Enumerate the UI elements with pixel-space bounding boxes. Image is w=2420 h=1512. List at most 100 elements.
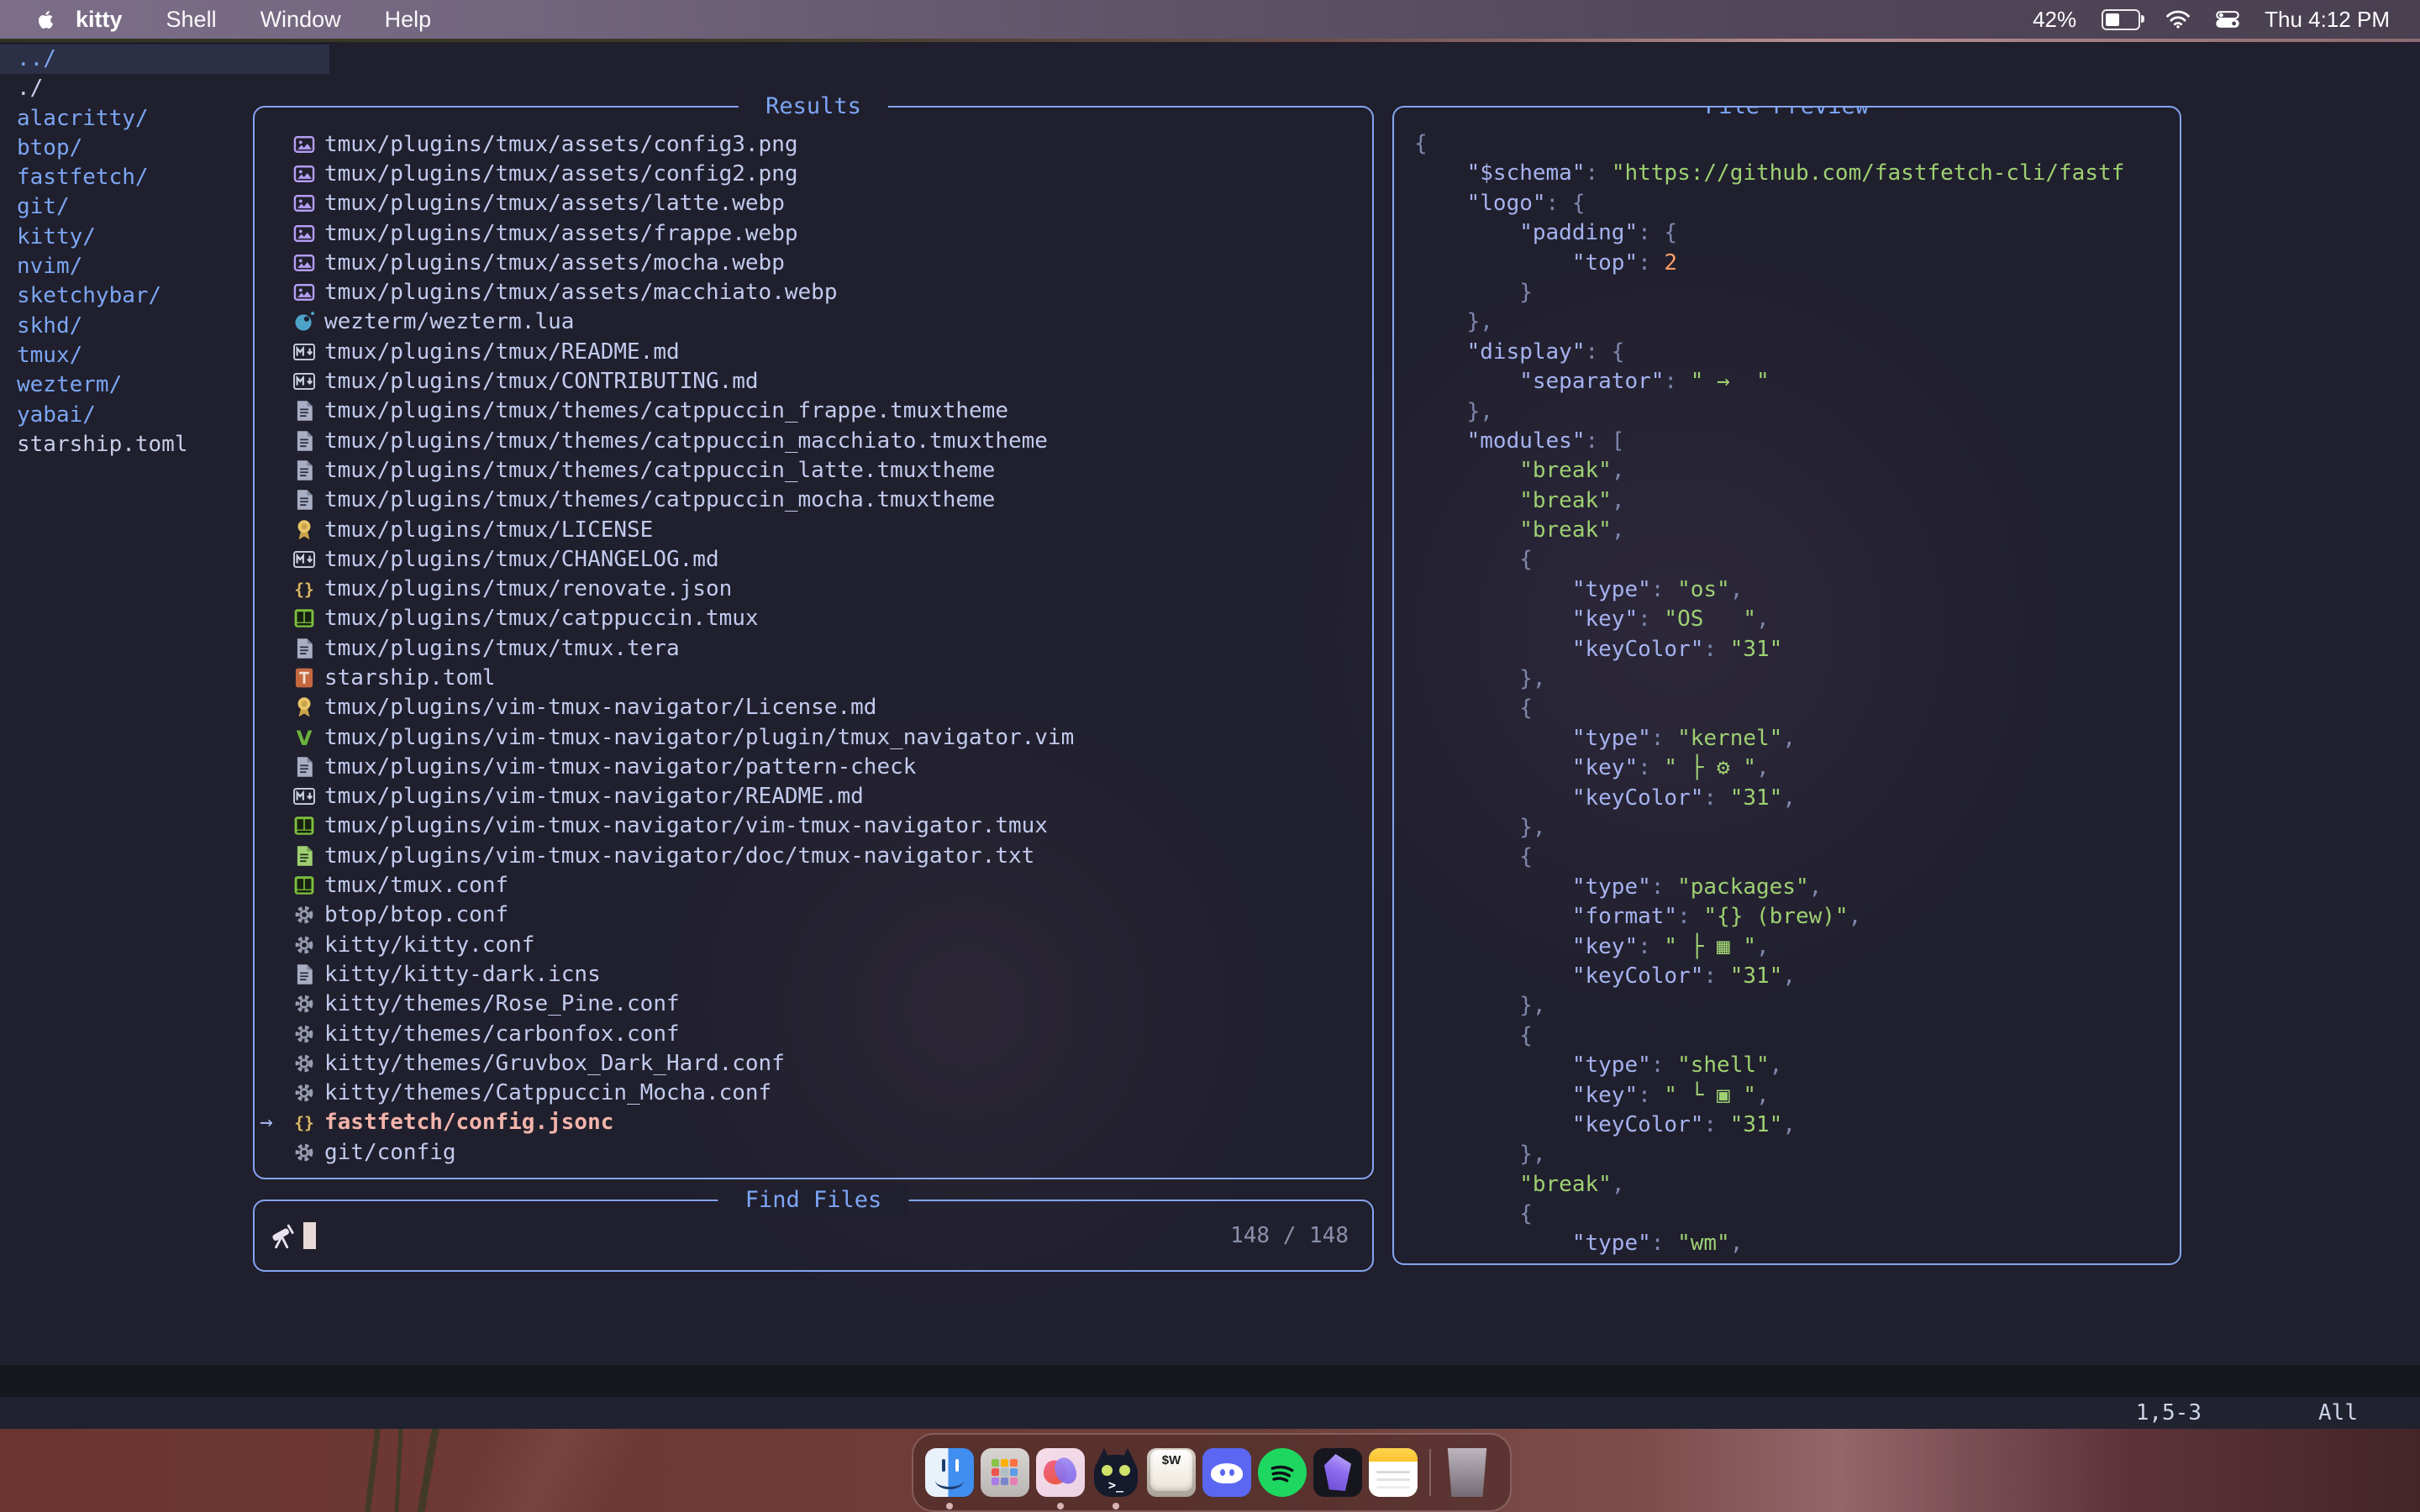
result-row[interactable]: {}tmux/plugins/tmux/renovate.json	[255, 574, 1369, 603]
result-row[interactable]: tmux/plugins/tmux/assets/latte.webp	[255, 189, 1369, 218]
result-row[interactable]: kitty/kitty-dark.icns	[255, 959, 1369, 989]
result-file-name: starship.toml	[324, 665, 496, 690]
code-line: "keyColor": "31",	[1414, 784, 2175, 813]
result-row[interactable]: git/config	[255, 1137, 1369, 1167]
sidebar-item-label: git/	[17, 194, 70, 219]
menu-item-help[interactable]: Help	[385, 7, 432, 33]
keycap-dock-icon[interactable]: $W	[1147, 1448, 1196, 1497]
result-row[interactable]: Vtmux/plugins/vim-tmux-navigator/plugin/…	[255, 722, 1369, 752]
kitty-terminal-window: .././alacritty/btop/fastfetch/git/kitty/…	[0, 42, 2420, 1429]
results-title: Results	[739, 91, 888, 123]
file-preview-panel: File Preview { "$schema": "https://githu…	[1392, 106, 2181, 1265]
result-row[interactable]: tmux/plugins/vim-tmux-navigator/README.m…	[255, 782, 1369, 811]
sidebar-item[interactable]: ../	[0, 45, 329, 74]
svg-text:{}: {}	[294, 1114, 313, 1133]
image-icon	[292, 223, 317, 244]
find-files-box[interactable]: Find Files 148 / 148	[253, 1200, 1374, 1272]
result-row[interactable]: tmux/plugins/tmux/themes/catppuccin_moch…	[255, 486, 1369, 515]
code-line: "keyColor": "31",	[1414, 1110, 2175, 1140]
result-row[interactable]: →{}fastfetch/config.jsonc	[255, 1108, 1369, 1137]
code-line: "key": " ├ ▦ ",	[1414, 932, 2175, 962]
doc-icon	[292, 638, 317, 659]
result-row[interactable]: tmux/plugins/tmux/assets/frappe.webp	[255, 218, 1369, 248]
result-row[interactable]: tmux/plugins/vim-tmux-navigator/pattern-…	[255, 752, 1369, 781]
result-row[interactable]: tmux/plugins/vim-tmux-navigator/License.…	[255, 693, 1369, 722]
dock-separator	[1429, 1449, 1431, 1496]
menu-app-name[interactable]: kitty	[76, 7, 123, 33]
code-line: {	[1414, 1200, 2175, 1229]
result-row[interactable]: kitty/themes/Gruvbox_Dark_Hard.conf	[255, 1048, 1369, 1078]
result-row[interactable]: tmux/plugins/tmux/themes/catppuccin_frap…	[255, 396, 1369, 426]
code-line: "type": "os",	[1414, 575, 2175, 605]
doc-green-icon	[292, 845, 317, 867]
code-line: "format": "{} (brew)",	[1414, 902, 2175, 932]
code-line: "type": "wm",	[1414, 1229, 2175, 1258]
dock-app-trash	[1443, 1448, 1491, 1497]
result-row[interactable]: starship.toml	[255, 663, 1369, 692]
code-line: "type": "shell",	[1414, 1051, 2175, 1080]
result-file-name: tmux/plugins/tmux/LICENSE	[324, 517, 653, 543]
doc-icon	[292, 400, 317, 422]
notes-dock-icon[interactable]	[1369, 1448, 1418, 1497]
battery-icon[interactable]	[2102, 9, 2140, 30]
menu-bar-clock[interactable]: Thu 4:12 PM	[2265, 7, 2390, 33]
apple-menu-icon[interactable]	[39, 11, 55, 29]
arc-dock-icon[interactable]	[1036, 1448, 1085, 1497]
gear-icon	[292, 1053, 317, 1074]
sidebar-item-label: btop/	[17, 135, 82, 160]
result-row[interactable]: tmux/plugins/tmux/assets/config2.png	[255, 159, 1369, 188]
result-row[interactable]: tmux/plugins/tmux/CHANGELOG.md	[255, 544, 1369, 574]
control-center-icon[interactable]	[2216, 10, 2239, 29]
dock-app-discord	[1202, 1448, 1251, 1497]
markdown-icon	[292, 370, 317, 392]
spotify-dock-icon[interactable]	[1258, 1448, 1307, 1497]
results-list: tmux/plugins/tmux/assets/config3.pngtmux…	[255, 129, 1369, 1173]
result-row[interactable]: tmux/plugins/tmux/catppuccin.tmux	[255, 604, 1369, 633]
image-icon	[292, 281, 317, 303]
result-row[interactable]: tmux/plugins/tmux/assets/mocha.webp	[255, 248, 1369, 277]
result-file-name: tmux/plugins/vim-tmux-navigator/doc/tmux…	[324, 843, 1034, 869]
result-file-name: tmux/plugins/tmux/assets/mocha.webp	[324, 250, 785, 276]
result-row[interactable]: kitty/kitty.conf	[255, 930, 1369, 959]
result-row[interactable]: kitty/themes/carbonfox.conf	[255, 1019, 1369, 1048]
obsidian-dock-icon[interactable]	[1313, 1448, 1362, 1497]
code-line: }	[1414, 278, 2175, 307]
result-row[interactable]: tmux/plugins/tmux/assets/macchiato.webp	[255, 277, 1369, 307]
result-row[interactable]: kitty/themes/Rose_Pine.conf	[255, 990, 1369, 1019]
code-line: "logo": {	[1414, 189, 2175, 218]
result-file-name: tmux/plugins/vim-tmux-navigator/README.m…	[324, 784, 864, 809]
result-row[interactable]: tmux/plugins/tmux/LICENSE	[255, 515, 1369, 544]
result-row[interactable]: tmux/plugins/tmux/themes/catppuccin_latt…	[255, 455, 1369, 485]
prompt-cursor[interactable]	[303, 1222, 316, 1249]
result-row[interactable]: tmux/plugins/tmux/CONTRIBUTING.md	[255, 366, 1369, 396]
result-row[interactable]: tmux/plugins/vim-tmux-navigator/vim-tmux…	[255, 811, 1369, 841]
image-icon	[292, 134, 317, 155]
light-streak-decor	[168, 1429, 924, 1512]
code-line: "modules": [	[1414, 427, 2175, 456]
result-row[interactable]: tmux/tmux.conf	[255, 870, 1369, 900]
result-counter: 148 / 148	[1230, 1223, 1349, 1248]
finder-dock-icon[interactable]	[925, 1448, 974, 1497]
result-row[interactable]: btop/btop.conf	[255, 900, 1369, 930]
code-line: },	[1414, 307, 2175, 337]
image-icon	[292, 192, 317, 214]
result-row[interactable]: wezterm/wezterm.lua	[255, 307, 1369, 337]
menu-item-shell[interactable]: Shell	[166, 7, 217, 33]
launchpad-dock-icon[interactable]	[981, 1448, 1029, 1497]
image-icon	[292, 252, 317, 274]
discord-dock-icon[interactable]	[1202, 1448, 1251, 1497]
result-file-name: tmux/plugins/tmux/README.md	[324, 339, 680, 365]
doc-icon	[292, 459, 317, 481]
result-row[interactable]: tmux/plugins/vim-tmux-navigator/doc/tmux…	[255, 841, 1369, 870]
result-row[interactable]: tmux/plugins/tmux/assets/config3.png	[255, 129, 1369, 159]
trash-dock-icon[interactable]	[1443, 1448, 1491, 1497]
kitty-dock-icon[interactable]: >_	[1092, 1448, 1140, 1497]
sidebar-item[interactable]: ./	[0, 74, 329, 103]
result-row[interactable]: tmux/plugins/tmux/tmux.tera	[255, 633, 1369, 663]
wifi-icon[interactable]	[2165, 9, 2191, 29]
result-row[interactable]: kitty/themes/Catppuccin_Mocha.conf	[255, 1079, 1369, 1108]
menu-item-window[interactable]: Window	[260, 7, 341, 33]
result-row[interactable]: tmux/plugins/tmux/themes/catppuccin_macc…	[255, 426, 1369, 455]
json-icon: {}	[292, 578, 317, 600]
result-row[interactable]: tmux/plugins/tmux/README.md	[255, 337, 1369, 366]
